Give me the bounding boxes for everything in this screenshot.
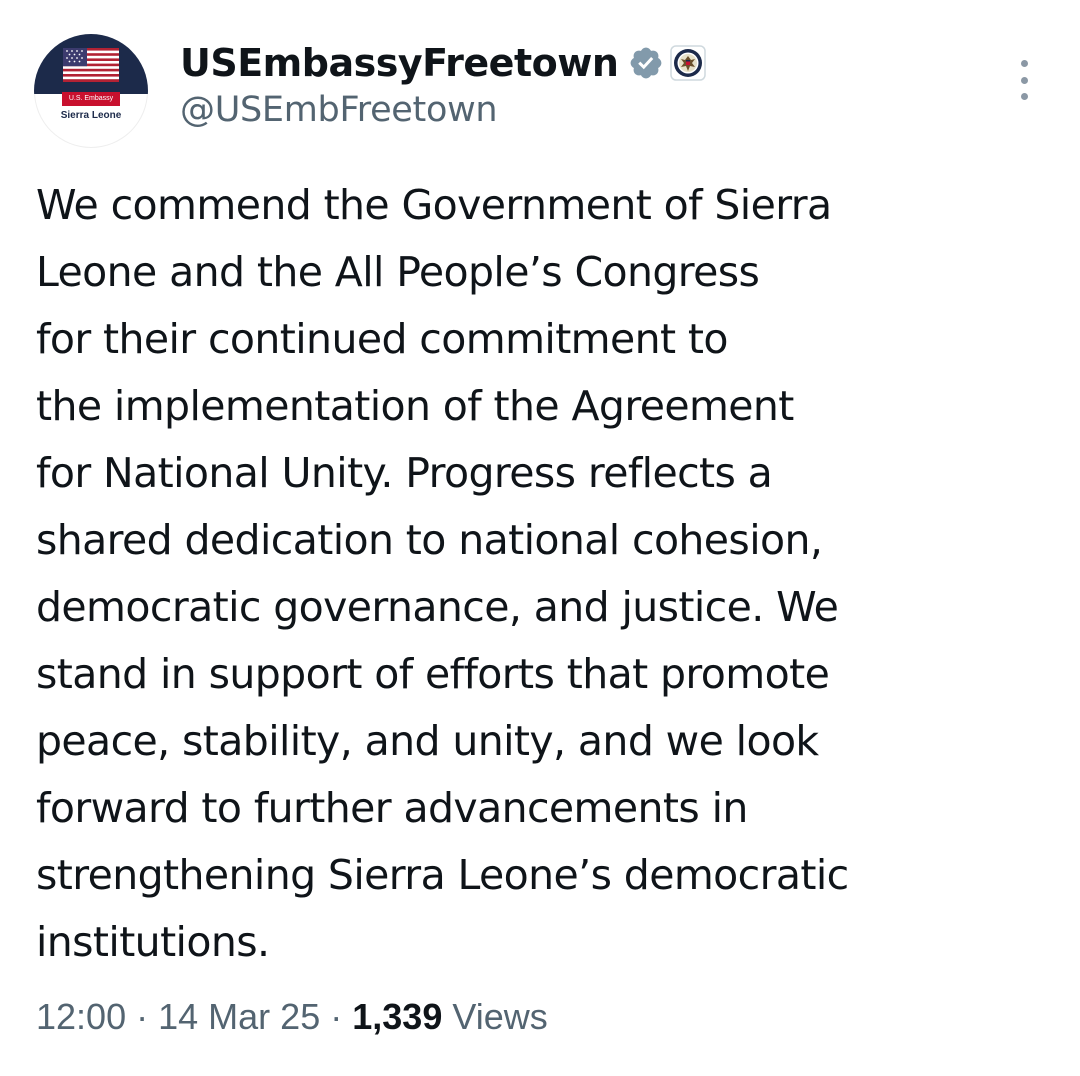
tweet-text-line: the implementation of the Agreement	[36, 382, 794, 430]
views-count[interactable]: 1,339	[352, 996, 442, 1037]
tweet-date[interactable]: 14 Mar 25	[158, 996, 320, 1037]
more-options-icon-dot	[1020, 76, 1028, 84]
meta-separator: ·	[136, 996, 149, 1037]
us-flag-icon	[63, 48, 119, 82]
tweet-text-line: stand in support of efforts that promote	[36, 650, 830, 698]
views-label[interactable]: Views	[452, 996, 547, 1037]
avatar[interactable]: U.S. Embassy Sierra Leone	[34, 34, 148, 148]
tweet-text: We commend the Government of Sierra Leon…	[36, 172, 1046, 976]
tweet-text-line: peace, stability, and unity, and we look	[36, 717, 819, 765]
more-options-icon-dot	[1020, 93, 1028, 100]
more-options-icon	[1020, 60, 1028, 67]
tweet-meta: 12:00 · 14 Mar 25 · 1,339 Views	[36, 996, 548, 1038]
tweet-text-line: strengthening Sierra Leone’s democratic	[36, 851, 849, 899]
tweet-text-line: forward to further advancements in	[36, 784, 748, 832]
user-handle[interactable]: @USEmbFreetown	[180, 90, 498, 130]
tweet-time[interactable]: 12:00	[36, 996, 126, 1037]
tweet-text-line: Leone and the All People’s Congress	[36, 248, 760, 296]
tweet-text-line: democratic governance, and justice. We	[36, 583, 839, 631]
tweet-card: U.S. Embassy Sierra Leone USEmbassyFreet…	[0, 0, 1080, 1076]
meta-separator: ·	[330, 996, 343, 1037]
more-options-button[interactable]	[1010, 60, 1038, 100]
us-state-department-seal-icon[interactable]	[670, 45, 707, 81]
tweet-text-line: for their continued commitment to	[36, 315, 729, 363]
tweet-text-line: shared dedication to national cohesion,	[36, 516, 823, 564]
tweet-text-line: institutions.	[36, 918, 270, 966]
tweet-text-line: We commend the Government of Sierra	[36, 181, 832, 229]
verified-badge-icon[interactable]	[628, 45, 664, 81]
display-name[interactable]: USEmbassyFreetown	[180, 41, 619, 85]
author-name-row: USEmbassyFreetown	[180, 38, 707, 88]
avatar-banner-text: U.S. Embassy	[62, 92, 120, 106]
avatar-subtitle: Sierra Leone	[60, 110, 122, 121]
tweet-text-line: for National Unity. Progress reflects a	[36, 449, 773, 497]
